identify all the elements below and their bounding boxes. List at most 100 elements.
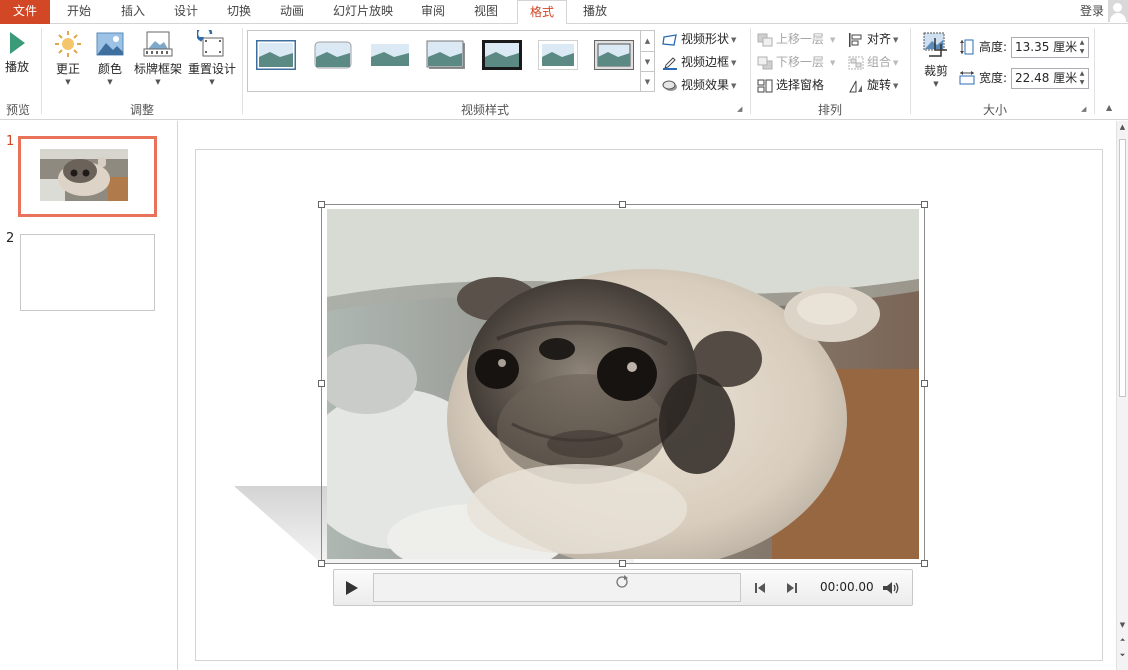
correct-button[interactable]: 更正 ▼	[52, 30, 84, 86]
width-input[interactable]: 22.48 厘米 ▲ ▼	[1011, 68, 1089, 89]
video-border-button[interactable]: 视频边框 ▼	[662, 52, 736, 72]
tab-file[interactable]: 文件	[0, 0, 50, 24]
crop-label: 裁剪	[923, 64, 948, 78]
video-border-label: 视频边框	[681, 55, 730, 69]
resize-handle[interactable]	[318, 380, 325, 387]
scroll-up-arrow-icon[interactable]: ▲	[1117, 123, 1128, 131]
tab-transitions[interactable]: 切换	[216, 0, 262, 24]
tab-insert[interactable]: 插入	[110, 0, 156, 24]
resize-handle[interactable]	[318, 560, 325, 567]
bring-forward-icon	[757, 33, 773, 46]
tab-review[interactable]: 审阅	[410, 0, 456, 24]
step-forward-icon[interactable]	[786, 582, 798, 594]
group-separator	[750, 28, 751, 114]
correct-label: 更正	[55, 62, 80, 76]
send-backward-icon	[757, 56, 773, 69]
video-progress-bar[interactable]	[373, 573, 741, 602]
video-styles-dialog-launcher-icon[interactable]: ◢	[737, 104, 742, 114]
collapse-ribbon-icon[interactable]: ▲	[1106, 102, 1112, 114]
slide-thumbnail-2[interactable]	[20, 234, 155, 311]
align-label: 对齐	[867, 32, 892, 46]
send-backward-button[interactable]: 下移一层 ▼	[757, 52, 835, 72]
resize-handle[interactable]	[921, 560, 928, 567]
resize-handle[interactable]	[921, 380, 928, 387]
tab-home[interactable]: 开始	[56, 0, 102, 24]
gallery-scroll-up-button[interactable]: ▲	[640, 31, 654, 51]
scroll-down-arrow-icon[interactable]: ▼	[1117, 621, 1128, 629]
size-dialog-launcher-icon[interactable]: ◢	[1081, 104, 1086, 114]
previous-slide-icon[interactable]: ⏶	[1117, 636, 1128, 645]
tab-format[interactable]: 格式	[517, 0, 567, 25]
slide-thumbnail-1[interactable]	[18, 136, 157, 217]
video-style-option[interactable]	[538, 40, 578, 70]
video-player-controls: 00:00.00	[333, 569, 913, 606]
sun-brightness-icon	[55, 31, 81, 57]
crop-button[interactable]: 裁剪 ▼	[918, 30, 954, 88]
ribbon: 播放 预览 更正 ▼ 颜色 ▼ 标牌框架 ▼ 重置设计 ▼ 调整 ▲ ▼ ▼ 视…	[0, 24, 1128, 120]
step-back-icon[interactable]	[754, 582, 766, 594]
user-avatar-icon[interactable]	[1108, 0, 1128, 22]
slide-number: 2	[6, 231, 15, 246]
reset-design-label: 重置设计	[187, 62, 236, 76]
scrollbar-thumb[interactable]	[1119, 139, 1126, 397]
slide-number: 1	[6, 134, 15, 149]
next-slide-icon[interactable]: ⏷	[1117, 651, 1128, 660]
video-shape-button[interactable]: 视频形状 ▼	[662, 29, 736, 49]
bring-forward-button[interactable]: 上移一层 ▼	[757, 29, 835, 49]
group-separator	[910, 28, 911, 114]
tab-slideshow[interactable]: 幻灯片放映	[325, 0, 401, 24]
video-style-option[interactable]	[370, 40, 410, 70]
video-effects-label: 视频效果	[681, 78, 730, 92]
width-spinner-arrows-icon[interactable]: ▲ ▼	[1077, 69, 1087, 87]
align-icon	[849, 32, 862, 47]
reset-design-icon	[197, 30, 224, 57]
gallery-scroll-down-button[interactable]: ▼	[640, 51, 654, 71]
height-spinner-arrows-icon[interactable]: ▲ ▼	[1077, 38, 1087, 56]
group-separator	[242, 28, 243, 114]
play-button-icon[interactable]	[345, 580, 359, 596]
height-value: 13.35 厘米	[1015, 40, 1078, 54]
video-style-option[interactable]	[256, 40, 296, 70]
resize-handle[interactable]	[619, 201, 626, 208]
play-preview-label: 播放	[4, 60, 29, 74]
ribbon-tab-bar: 文件 开始 插入 设计 切换 动画 幻灯片放映 审阅 视图 格式 播放 登录	[0, 0, 1128, 25]
color-button[interactable]: 颜色 ▼	[94, 30, 126, 86]
tab-playback[interactable]: 播放	[572, 0, 618, 24]
tab-design[interactable]: 设计	[163, 0, 209, 24]
rotate-icon	[849, 80, 862, 92]
rotate-button[interactable]: 旋转 ▼	[848, 75, 898, 95]
group-objects-icon	[848, 56, 864, 69]
video-frame[interactable]	[327, 209, 919, 559]
height-icon	[960, 39, 974, 55]
resize-handle[interactable]	[318, 201, 325, 208]
login-link[interactable]: 登录	[1080, 0, 1104, 23]
video-style-option[interactable]	[426, 40, 466, 70]
dropdown-arrow-icon: ▼	[830, 35, 836, 44]
gallery-more-button[interactable]: ▼	[640, 71, 654, 91]
tab-view[interactable]: 视图	[463, 0, 509, 24]
group-objects-button[interactable]: 组合 ▼	[848, 52, 898, 72]
align-button[interactable]: 对齐 ▼	[848, 29, 898, 49]
video-timecode: 00:00.00	[820, 580, 874, 594]
height-input[interactable]: 13.35 厘米 ▲ ▼	[1011, 37, 1089, 58]
reset-design-button[interactable]: 重置设计 ▼	[186, 30, 238, 86]
resize-handle[interactable]	[921, 201, 928, 208]
video-effects-button[interactable]: 视频效果 ▼	[662, 75, 736, 95]
resize-handle[interactable]	[619, 560, 626, 567]
poster-frame-button[interactable]: 标牌框架 ▼	[132, 30, 184, 86]
volume-icon[interactable]	[882, 581, 900, 595]
dropdown-arrow-icon: ▼	[830, 58, 836, 67]
slide-thumbnail-pane: 1 2	[0, 121, 178, 670]
selection-pane-button[interactable]: 选择窗格	[757, 75, 824, 95]
rotation-handle-icon[interactable]	[615, 575, 629, 589]
vertical-scrollbar[interactable]: ▲ ▼ ⏶ ⏷	[1116, 121, 1128, 670]
tab-animations[interactable]: 动画	[269, 0, 315, 24]
play-preview-button[interactable]: 播放	[3, 30, 31, 74]
video-style-option[interactable]	[482, 40, 522, 70]
video-poster-image	[327, 209, 919, 559]
dropdown-arrow-icon: ▼	[933, 80, 939, 88]
play-triangle-icon	[10, 32, 25, 54]
video-style-option[interactable]	[594, 40, 634, 70]
video-shape-label: 视频形状	[681, 32, 730, 46]
video-style-option[interactable]	[313, 40, 353, 70]
